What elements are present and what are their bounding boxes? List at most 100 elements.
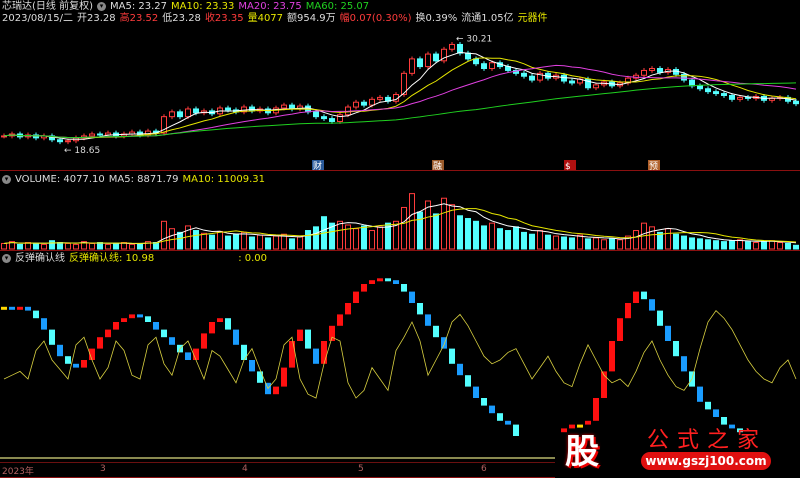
indicator-block (513, 424, 519, 436)
volume-bar (417, 211, 423, 250)
indicator-block (81, 360, 87, 368)
volume-bar (129, 243, 135, 250)
indicator-block (705, 401, 711, 410)
indicator-block (17, 306, 23, 310)
volume-bar (313, 226, 319, 250)
volume-header: ▾ VOLUME: 4077.10 MA5: 8871.79 MA10: 11009.… (2, 174, 269, 186)
volume-ma5: MA5: 8871.79 (108, 174, 179, 185)
indicator-block (217, 318, 223, 322)
volume-bar (561, 236, 567, 250)
volume-bar (537, 230, 543, 250)
indicator-block (673, 341, 679, 357)
candle-body (433, 53, 439, 62)
candle-body (729, 94, 735, 100)
chevron-down-icon[interactable]: ▾ (2, 253, 11, 263)
indicator-block (369, 280, 375, 284)
indicator-block (657, 310, 663, 326)
candle-body (521, 72, 527, 77)
candle-body (449, 43, 455, 50)
indicator-block (41, 318, 47, 330)
chart-canvas[interactable]: ← 30.21← 18.65财融 $ 预 (0, 0, 800, 462)
volume-bar (257, 234, 263, 250)
indicator-block (345, 303, 351, 315)
candle-body (417, 58, 423, 68)
volume-bar (265, 237, 271, 250)
volume-bar (137, 242, 143, 250)
volume-bar (793, 244, 799, 250)
indicator-block (97, 337, 103, 349)
axis-label: 6 (481, 464, 487, 474)
logo-char: 股 (565, 432, 599, 472)
volume-bar (729, 240, 735, 250)
volume-bar (377, 226, 383, 250)
candle-body (713, 91, 719, 95)
indicator-block (457, 363, 463, 376)
indicator-block (145, 316, 151, 322)
volume-bar (713, 240, 719, 250)
indicator-block (417, 303, 423, 315)
indicator-block (361, 284, 367, 292)
candle-body (681, 73, 687, 81)
candle-body (89, 133, 95, 137)
candle-body (737, 96, 743, 100)
volume-bar (457, 215, 463, 250)
volume-bar (513, 226, 519, 250)
indicator-block (353, 291, 359, 303)
indicator-block (113, 322, 119, 330)
volume-bar (593, 237, 599, 250)
indicator-block (153, 322, 159, 330)
indicator-block (33, 310, 39, 319)
candle-body (489, 62, 495, 70)
volume-bar (737, 239, 743, 250)
indicator-block (385, 278, 391, 282)
indicator-block (609, 341, 615, 372)
pane-divider (0, 250, 800, 251)
volume-bar (177, 231, 183, 250)
indicator-block (289, 341, 295, 368)
volume-bar (489, 222, 495, 250)
volume-bar (481, 225, 487, 250)
volume-bar (49, 240, 55, 250)
candle-body (721, 93, 727, 96)
indicator-block (313, 348, 319, 364)
volume-bar (361, 225, 367, 250)
ma60-line (3, 82, 797, 139)
indicator-block (481, 398, 487, 406)
indicator-block (433, 325, 439, 338)
volume-bar (209, 234, 215, 250)
volume-ma10: MA10: 11009.31 (182, 174, 265, 185)
time-axis: 2023年 3 4 5 6 (0, 462, 555, 478)
volume-bar (681, 235, 687, 250)
indicator-block (713, 409, 719, 417)
indicator-block (185, 352, 191, 360)
volume-value: VOLUME: 4077.10 (15, 174, 105, 185)
volume-bar (569, 237, 575, 250)
indicator-block (169, 337, 175, 345)
logo-url: www.gszj100.com (641, 452, 771, 470)
volume-bar (161, 220, 167, 250)
candle-body (649, 68, 655, 71)
volume-bar (249, 236, 255, 250)
volume-bar (113, 242, 119, 250)
candle-body (697, 85, 703, 90)
volume-bar (273, 235, 279, 250)
indicator-block (297, 329, 303, 341)
candle-body (465, 52, 471, 60)
candle-body (409, 58, 415, 74)
volume-bar (65, 242, 71, 250)
volume-bar (193, 230, 199, 250)
volume-bar (721, 241, 727, 250)
indicator-block (449, 348, 455, 364)
indicator-block (225, 318, 231, 330)
indicator-block (121, 318, 127, 322)
volume-bar (225, 235, 231, 250)
pane-divider (0, 170, 800, 171)
indicator-block (425, 314, 431, 326)
volume-bar (449, 204, 455, 250)
chevron-down-icon[interactable]: ▾ (2, 174, 11, 184)
volume-bar (33, 242, 39, 250)
candle-body (249, 106, 255, 112)
volume-bar (17, 243, 23, 250)
volume-bar (553, 235, 559, 250)
candle-body (97, 133, 103, 136)
